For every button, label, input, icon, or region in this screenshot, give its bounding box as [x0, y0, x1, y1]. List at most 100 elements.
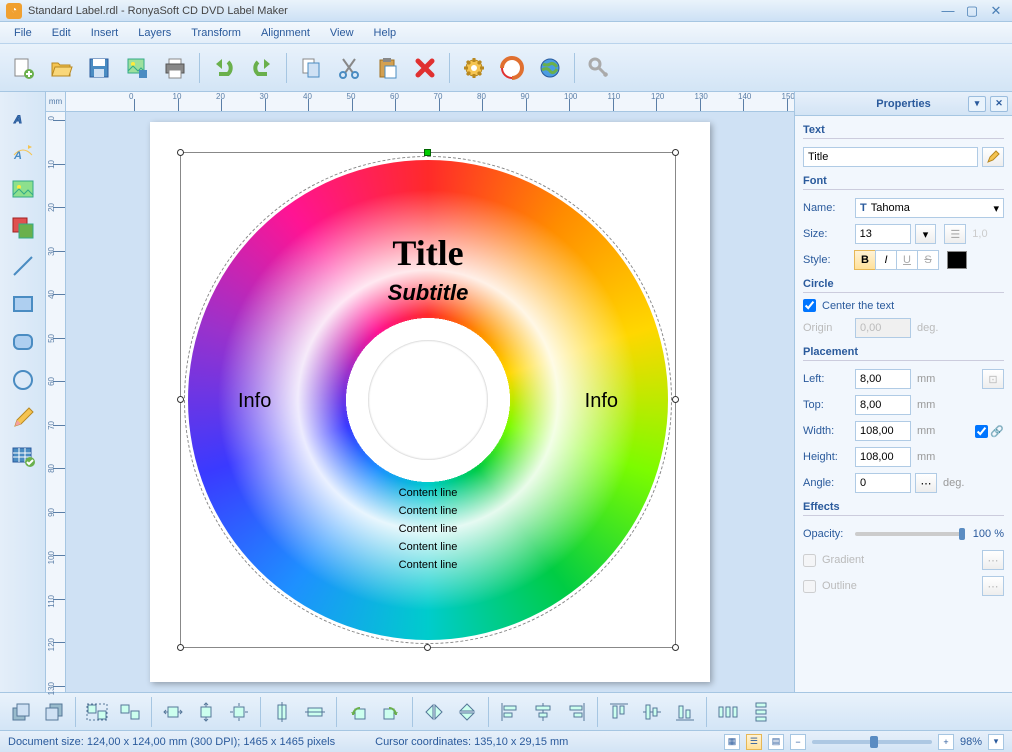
save-image-button[interactable] [120, 51, 154, 85]
font-size-dropdown[interactable]: ▾ [915, 224, 937, 244]
group-button[interactable] [82, 698, 112, 726]
text-edit-button[interactable] [982, 147, 1004, 167]
key-button[interactable] [582, 51, 616, 85]
zoom-slider[interactable] [812, 740, 932, 744]
rounded-rect-tool[interactable] [7, 326, 39, 358]
lock-aspect-checkbox[interactable] [975, 425, 988, 438]
align-top-button[interactable] [604, 698, 634, 726]
angle-picker-button[interactable]: ⋯ [915, 473, 937, 493]
print-button[interactable] [158, 51, 192, 85]
menu-transform[interactable]: Transform [181, 24, 251, 42]
menu-edit[interactable]: Edit [42, 24, 81, 42]
cut-button[interactable] [332, 51, 366, 85]
zoom-in-button[interactable]: + [938, 734, 954, 750]
grid-view-button[interactable]: ▦ [724, 734, 740, 750]
italic-button[interactable]: I [875, 250, 897, 270]
rectangle-tool[interactable] [7, 288, 39, 320]
open-button[interactable] [44, 51, 78, 85]
detail-view-button[interactable]: ▤ [768, 734, 784, 750]
center-v-button[interactable] [300, 698, 330, 726]
fit-width-button[interactable] [158, 698, 188, 726]
handle-w[interactable] [177, 396, 184, 403]
width-input[interactable] [855, 421, 911, 441]
zoom-out-button[interactable]: − [790, 734, 806, 750]
menu-help[interactable]: Help [364, 24, 407, 42]
color-swatch[interactable] [947, 251, 967, 269]
menu-layers[interactable]: Layers [128, 24, 181, 42]
rotate-cw-button[interactable] [376, 698, 406, 726]
underline-button[interactable]: U [896, 250, 918, 270]
rotate-ccw-button[interactable] [343, 698, 373, 726]
center-h-button[interactable] [267, 698, 297, 726]
curved-text-tool[interactable]: A [7, 136, 39, 168]
text-tool[interactable]: A [7, 98, 39, 130]
fit-all-button[interactable] [224, 698, 254, 726]
bold-button[interactable]: B [854, 250, 876, 270]
font-name-select[interactable]: TTahoma▾ [855, 198, 1004, 218]
center-h-button[interactable]: ⊡ [982, 369, 1004, 389]
outline-checkbox[interactable]: Outline [803, 580, 857, 593]
redo-button[interactable] [245, 51, 279, 85]
list-view-button[interactable]: ☰ [746, 734, 762, 750]
image-tool[interactable] [7, 174, 39, 206]
align-right-button[interactable] [561, 698, 591, 726]
left-input[interactable] [855, 369, 911, 389]
send-back-button[interactable] [39, 698, 69, 726]
handle-se[interactable] [672, 644, 679, 651]
zoom-dropdown-button[interactable]: ▾ [988, 734, 1004, 750]
flip-v-button[interactable] [452, 698, 482, 726]
line-spacing-button[interactable]: ☰ [944, 224, 966, 244]
gradient-edit-button[interactable]: ⋯ [982, 550, 1004, 570]
flip-h-button[interactable] [419, 698, 449, 726]
ungroup-button[interactable] [115, 698, 145, 726]
minimize-button[interactable]: — [938, 4, 958, 18]
menu-view[interactable]: View [320, 24, 364, 42]
undo-button[interactable] [207, 51, 241, 85]
bring-front-button[interactable] [6, 698, 36, 726]
maximize-button[interactable]: ▢ [962, 4, 982, 18]
clipart-tool[interactable] [7, 212, 39, 244]
handle-n-rotate[interactable] [424, 149, 431, 156]
menu-file[interactable]: File [4, 24, 42, 42]
top-input[interactable] [855, 395, 911, 415]
circle-tool[interactable] [7, 364, 39, 396]
handle-nw[interactable] [177, 149, 184, 156]
center-text-checkbox[interactable]: Center the text [803, 299, 1004, 312]
close-button[interactable]: ✕ [986, 4, 1006, 18]
panel-dropdown-button[interactable]: ▾ [968, 96, 986, 112]
handle-s[interactable] [424, 644, 431, 651]
canvas[interactable]: Title Subtitle Info Info Content lineCon… [66, 112, 794, 692]
save-button[interactable] [82, 51, 116, 85]
opacity-slider[interactable] [855, 532, 965, 536]
menu-insert[interactable]: Insert [81, 24, 129, 42]
web-button[interactable] [533, 51, 567, 85]
paste-button[interactable] [370, 51, 404, 85]
handle-sw[interactable] [177, 644, 184, 651]
gradient-checkbox[interactable]: Gradient [803, 554, 864, 567]
table-tool[interactable] [7, 440, 39, 472]
text-input[interactable] [803, 147, 978, 167]
panel-close-button[interactable]: ✕ [990, 96, 1008, 112]
handle-e[interactable] [672, 396, 679, 403]
font-size-input[interactable] [855, 224, 911, 244]
new-button[interactable] [6, 51, 40, 85]
align-center-h-button[interactable] [528, 698, 558, 726]
delete-button[interactable] [408, 51, 442, 85]
align-center-v-button[interactable] [637, 698, 667, 726]
distribute-h-button[interactable] [713, 698, 743, 726]
height-input[interactable] [855, 447, 911, 467]
fit-height-button[interactable] [191, 698, 221, 726]
handle-ne[interactable] [672, 149, 679, 156]
pencil-tool[interactable] [7, 402, 39, 434]
distribute-v-button[interactable] [746, 698, 776, 726]
menu-alignment[interactable]: Alignment [251, 24, 320, 42]
angle-input[interactable] [855, 473, 911, 493]
outline-edit-button[interactable]: ⋯ [982, 576, 1004, 596]
align-left-button[interactable] [495, 698, 525, 726]
strike-button[interactable]: S [917, 250, 939, 270]
settings-button[interactable] [457, 51, 491, 85]
line-tool[interactable] [7, 250, 39, 282]
help-button[interactable] [495, 51, 529, 85]
copy-button[interactable] [294, 51, 328, 85]
align-bottom-button[interactable] [670, 698, 700, 726]
